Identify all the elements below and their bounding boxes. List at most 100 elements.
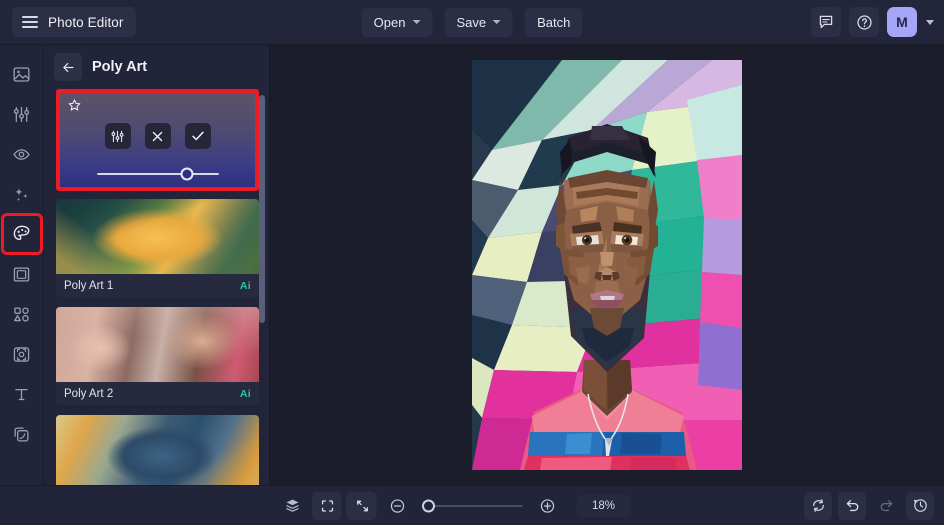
sidebar-item-text-tool[interactable] xyxy=(5,377,39,411)
sidebar-item-layers-tool[interactable] xyxy=(5,417,39,451)
list-item[interactable]: Poly Art 1 Ai xyxy=(56,199,259,297)
shapes-icon xyxy=(12,305,31,324)
app-title: Photo Editor xyxy=(48,15,124,30)
history-button[interactable] xyxy=(906,492,934,520)
slider-track xyxy=(97,173,219,175)
preset-name: Poly Art 2 xyxy=(64,388,113,400)
check-icon xyxy=(190,128,206,144)
zoom-slider[interactable] xyxy=(423,499,523,513)
slider-handle[interactable] xyxy=(180,168,193,181)
preset-thumbnail xyxy=(56,307,259,382)
sidebar-item-image-tool[interactable] xyxy=(5,57,39,91)
star-outline-icon[interactable] xyxy=(67,98,82,118)
crop-focus-icon xyxy=(12,345,31,364)
sidebar-item-retouch-tool[interactable] xyxy=(5,137,39,171)
preset-caption: Poly Art 2 Ai xyxy=(56,382,259,405)
ai-badge: Ai xyxy=(240,280,251,292)
slider-handle[interactable] xyxy=(422,499,435,512)
account-actions-group: M xyxy=(811,7,934,37)
sidebar-item-frame-tool[interactable] xyxy=(5,257,39,291)
minus-circle-icon xyxy=(389,497,407,515)
back-button[interactable] xyxy=(54,53,82,81)
preset-caption: Poly Art 1 Ai xyxy=(56,274,259,297)
question-circle-icon xyxy=(856,14,873,31)
refresh-circle-icon xyxy=(810,497,827,514)
chevron-down-icon xyxy=(412,20,420,24)
layers-stack-icon xyxy=(284,497,301,514)
frame-icon xyxy=(12,265,31,284)
page-title: Poly Art xyxy=(92,59,147,75)
slider-track xyxy=(423,505,523,507)
eye-icon xyxy=(12,145,31,164)
batch-button[interactable]: Batch xyxy=(525,8,582,37)
preset-thumbnail xyxy=(56,415,259,485)
redo-button[interactable] xyxy=(872,492,900,520)
low-poly-portrait-artwork xyxy=(472,60,742,470)
fit-screen-button[interactable] xyxy=(314,492,342,520)
list-item[interactable]: Poly Art 3 Ai xyxy=(56,415,259,485)
preset-settings-button[interactable] xyxy=(105,123,131,149)
artboard[interactable] xyxy=(472,60,742,470)
redo-arrow-icon xyxy=(878,497,895,514)
plus-circle-icon xyxy=(539,497,557,515)
tool-rail xyxy=(0,45,44,485)
palette-icon xyxy=(12,224,32,244)
app-menu-button[interactable]: Photo Editor xyxy=(12,7,136,37)
sidebar-item-shapes-tool[interactable] xyxy=(5,297,39,331)
top-toolbar: Photo Editor Open Save Batch xyxy=(0,0,944,45)
help-button[interactable] xyxy=(849,7,879,37)
feedback-button[interactable] xyxy=(811,7,841,37)
reset-button[interactable] xyxy=(804,492,832,520)
photo-editor-app: Photo Editor Open Save Batch xyxy=(0,0,944,525)
sidebar-item-effects-tool[interactable] xyxy=(5,177,39,211)
active-preset-card[interactable] xyxy=(56,89,259,191)
bottom-toolbar: 18% xyxy=(0,485,944,525)
preset-actions xyxy=(105,123,211,149)
zoom-level-field[interactable]: 18% xyxy=(577,495,631,517)
sliders-icon xyxy=(110,129,125,144)
x-icon xyxy=(150,129,165,144)
preset-cancel-button[interactable] xyxy=(145,123,171,149)
save-button[interactable]: Save xyxy=(444,8,513,37)
arrow-left-icon xyxy=(61,60,76,75)
file-actions-group: Open Save Batch xyxy=(362,8,583,37)
preset-panel: Poly Art xyxy=(44,45,270,485)
sparkles-icon xyxy=(12,185,31,204)
preset-thumbnail xyxy=(56,199,259,274)
chevron-down-icon xyxy=(493,20,501,24)
panel-header: Poly Art xyxy=(44,45,269,89)
zoom-in-button[interactable] xyxy=(534,492,562,520)
batch-label: Batch xyxy=(537,15,570,30)
sidebar-item-transform-tool[interactable] xyxy=(5,337,39,371)
canvas-area[interactable] xyxy=(270,45,944,485)
collapse-arrows-icon xyxy=(355,498,371,514)
open-label: Open xyxy=(374,15,406,30)
preset-list: Poly Art 1 Ai Poly Art 2 Ai Poly Art 3 xyxy=(44,89,269,485)
ai-badge: Ai xyxy=(240,388,251,400)
preset-strength-slider[interactable] xyxy=(97,167,219,181)
zoom-out-button[interactable] xyxy=(384,492,412,520)
chat-icon xyxy=(818,14,834,30)
sliders-icon xyxy=(12,105,31,124)
open-button[interactable]: Open xyxy=(362,8,433,37)
undo-button[interactable] xyxy=(838,492,866,520)
editor-body: Poly Art xyxy=(0,45,944,485)
sidebar-item-adjust-tool[interactable] xyxy=(5,97,39,131)
preset-apply-button[interactable] xyxy=(185,123,211,149)
preset-name: Poly Art 1 xyxy=(64,280,113,292)
sidebar-item-artistic-tool[interactable] xyxy=(5,217,39,251)
history-controls xyxy=(804,492,934,520)
undo-arrow-icon xyxy=(844,497,861,514)
clock-history-icon xyxy=(912,497,929,514)
account-chevron-down-icon[interactable] xyxy=(926,20,934,25)
panel-scrollbar[interactable] xyxy=(259,95,265,323)
image-icon xyxy=(12,65,31,84)
save-label: Save xyxy=(456,15,486,30)
expand-brackets-icon xyxy=(320,498,336,514)
layers-stack-icon xyxy=(12,425,31,444)
actual-size-button[interactable] xyxy=(349,492,377,520)
avatar[interactable]: M xyxy=(887,7,917,37)
hamburger-icon xyxy=(22,16,38,28)
list-item[interactable]: Poly Art 2 Ai xyxy=(56,307,259,405)
layers-button[interactable] xyxy=(278,492,306,520)
